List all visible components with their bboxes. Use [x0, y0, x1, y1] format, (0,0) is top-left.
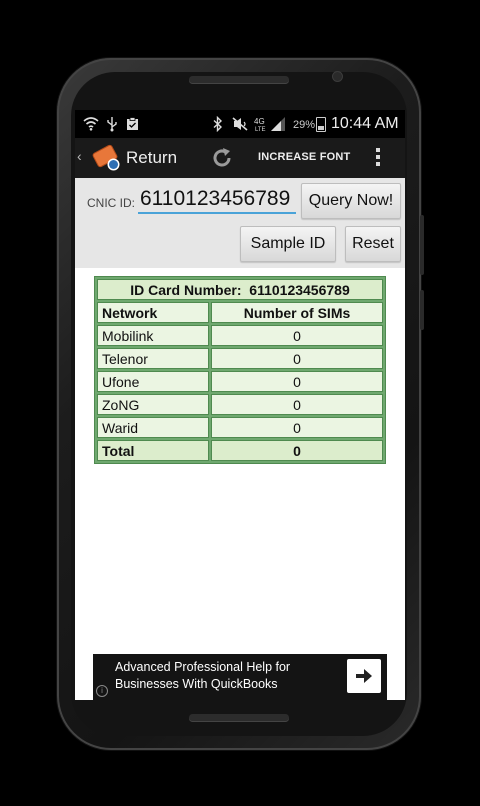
ad-text[interactable]: Advanced Professional Help for Businesse…: [115, 659, 327, 693]
cnic-input[interactable]: [138, 186, 296, 214]
table-row: ZoNG 0: [97, 394, 383, 415]
sims-count: 0: [211, 394, 383, 415]
reset-button[interactable]: Reset: [345, 226, 401, 262]
screen: 4G LTE 29% 10:44 AM ‹ Return INCREASE FO…: [75, 110, 405, 700]
ad-line-1: Advanced Professional Help for: [115, 660, 291, 674]
total-label: Total: [97, 440, 209, 461]
network-name: ZoNG: [97, 394, 209, 415]
action-bar: ‹ Return INCREASE FONT: [75, 138, 405, 178]
id-card-value: 6110123456789: [249, 281, 350, 298]
sims-count: 0: [211, 325, 383, 346]
id-card-caption: ID Card Number: 6110123456789: [97, 279, 383, 300]
app-logo-icon[interactable]: [92, 143, 119, 169]
bottom-speaker-grille: [189, 714, 289, 721]
mute-icon: [232, 117, 248, 131]
svg-text:LTE: LTE: [255, 127, 266, 132]
cnic-label: CNIC ID:: [87, 196, 135, 210]
query-form: CNIC ID: Query Now! Sample ID Reset: [75, 178, 405, 268]
sims-count: 0: [211, 371, 383, 392]
wifi-icon: [83, 117, 99, 131]
status-bar: 4G LTE 29% 10:44 AM: [75, 110, 405, 138]
lte-icon: 4G LTE: [254, 117, 266, 132]
network-name: Warid: [97, 417, 209, 438]
table-row: Mobilink 0: [97, 325, 383, 346]
ad-line-2: Businesses With QuickBooks: [115, 677, 278, 691]
arrow-right-icon[interactable]: [347, 659, 381, 693]
back-chevron-icon[interactable]: ‹: [77, 148, 82, 164]
id-card-label: ID Card Number:: [130, 281, 242, 298]
network-name: Mobilink: [97, 325, 209, 346]
total-count: 0: [211, 440, 383, 461]
ad-info-icon[interactable]: i: [96, 685, 108, 697]
table-row: Telenor 0: [97, 348, 383, 369]
ad-banner[interactable]: Advanced Professional Help for Businesse…: [93, 654, 387, 700]
sims-count: 0: [211, 348, 383, 369]
table-row: Ufone 0: [97, 371, 383, 392]
clock: 10:44 AM: [331, 115, 399, 132]
volume-button: [420, 290, 424, 330]
battery-percent: 29%: [293, 119, 316, 131]
usb-icon: [107, 117, 117, 132]
network-header: Network: [97, 302, 209, 323]
sample-id-button[interactable]: Sample ID: [240, 226, 336, 262]
increase-font-button[interactable]: INCREASE FONT: [258, 151, 350, 163]
signal-icon: [271, 117, 285, 131]
network-name: Telenor: [97, 348, 209, 369]
top-speaker-grille: [189, 76, 289, 83]
overflow-menu-icon[interactable]: [376, 148, 380, 169]
clipboard-icon: [127, 117, 138, 130]
query-now-button[interactable]: Query Now!: [301, 183, 401, 219]
power-button: [420, 215, 424, 275]
svg-text:4G: 4G: [254, 117, 265, 126]
action-bar-title[interactable]: Return: [126, 148, 177, 168]
front-camera: [333, 72, 342, 81]
bluetooth-icon: [213, 116, 223, 132]
table-row: Warid 0: [97, 417, 383, 438]
total-row: Total 0: [97, 440, 383, 461]
sims-table: ID Card Number: 6110123456789 Network Nu…: [94, 276, 386, 464]
battery-icon: [316, 117, 326, 132]
sims-count-header: Number of SIMs: [211, 302, 383, 323]
network-name: Ufone: [97, 371, 209, 392]
sims-count: 0: [211, 417, 383, 438]
refresh-icon[interactable]: [210, 146, 234, 170]
